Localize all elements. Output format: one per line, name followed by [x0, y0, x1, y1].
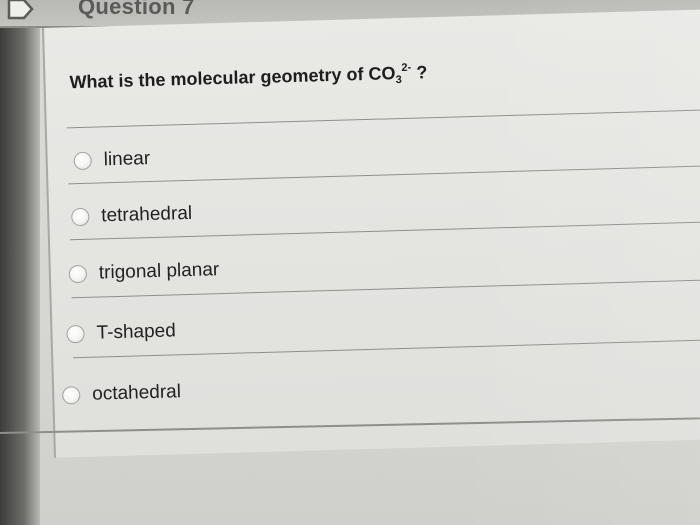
option-label: tetrahedral	[100, 202, 193, 227]
question-prefix: What is the molecular geometry of CO	[69, 63, 396, 93]
question-suffix: ?	[411, 62, 428, 83]
question-text: What is the molecular geometry of CO32- …	[69, 61, 427, 95]
radio-button-icon[interactable]	[71, 207, 90, 227]
radio-button-icon[interactable]	[73, 151, 92, 171]
radio-button-icon[interactable]	[66, 324, 85, 344]
flag-icon[interactable]	[6, 0, 36, 20]
divider	[66, 109, 700, 129]
question-subscript: 3	[395, 73, 402, 87]
answer-option[interactable]: T-shaped	[66, 317, 176, 348]
answer-option[interactable]: octahedral	[62, 378, 181, 409]
answer-option[interactable]: trigonal planar	[68, 256, 220, 288]
answer-option[interactable]: tetrahedral	[71, 200, 193, 231]
answer-option[interactable]: linear	[73, 145, 150, 175]
left-gutter	[0, 0, 40, 525]
question-superscript: 2-	[401, 61, 412, 74]
radio-button-icon[interactable]	[62, 386, 81, 405]
question-number: Question 7	[78, 0, 195, 19]
radio-button-icon[interactable]	[68, 264, 88, 284]
option-label: trigonal planar	[98, 259, 220, 284]
divider	[68, 165, 700, 185]
option-label: T-shaped	[96, 320, 177, 344]
option-label: linear	[103, 148, 151, 171]
question-card: What is the molecular geometry of CO32- …	[42, 9, 700, 458]
screen: Question 7 What is the molecular geometr…	[0, 0, 700, 525]
option-label: octahedral	[91, 381, 182, 405]
